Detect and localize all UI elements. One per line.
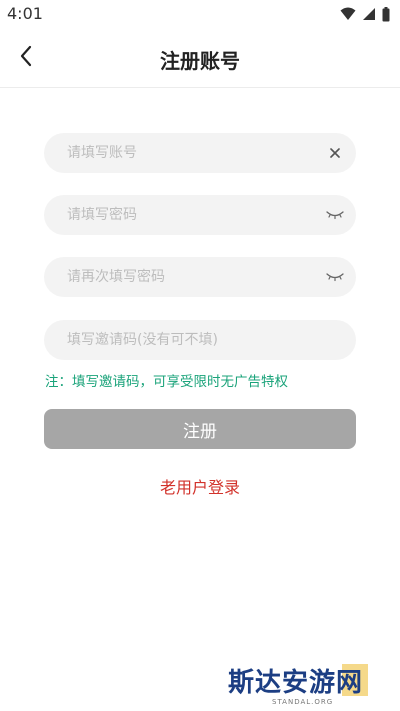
watermark-subtext: STANDAL.ORG (272, 698, 334, 706)
clear-icon[interactable] (326, 144, 344, 162)
account-input[interactable] (44, 133, 356, 173)
invite-code-input[interactable] (44, 320, 356, 360)
confirm-password-input[interactable] (44, 257, 356, 297)
status-bar: 4:01 (0, 0, 400, 28)
status-icons (340, 6, 390, 22)
signal-icon (362, 7, 376, 21)
invite-code-field[interactable] (44, 320, 356, 360)
watermark-logo: 斯达安游网 STANDAL.ORG (224, 662, 374, 710)
register-button[interactable]: 注册 (44, 409, 356, 449)
invite-note: 注：填写邀请码，可享受限时无广告特权 (45, 374, 288, 390)
eye-closed-icon[interactable] (326, 206, 344, 224)
confirm-password-field[interactable] (44, 257, 356, 297)
old-user-login-link[interactable]: 老用户登录 (0, 474, 400, 498)
status-time: 4:01 (7, 4, 43, 23)
account-field[interactable] (44, 133, 356, 173)
password-input[interactable] (44, 195, 356, 235)
password-field[interactable] (44, 195, 356, 235)
wifi-icon (340, 7, 356, 21)
battery-icon (382, 6, 390, 22)
eye-closed-icon[interactable] (326, 268, 344, 286)
header: 注册账号 (0, 28, 400, 88)
page-title: 注册账号 (160, 49, 240, 73)
watermark-text: 斯达安游网 (228, 668, 364, 698)
